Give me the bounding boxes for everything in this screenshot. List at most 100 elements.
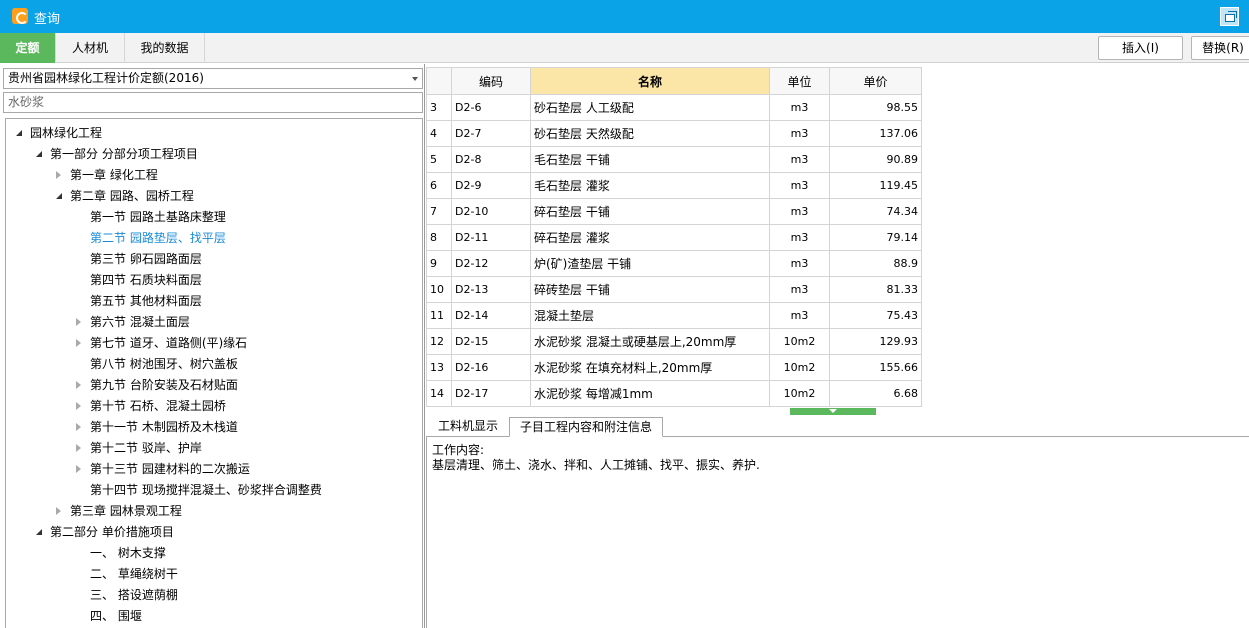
tab-material-display[interactable]: 工料机显示 <box>428 417 508 437</box>
tree-expanded-icon[interactable] <box>36 529 42 535</box>
cell-name: 混凝土垫层 <box>530 302 770 329</box>
work-content-title: 工作内容: <box>432 443 485 457</box>
cell-price: 119.45 <box>829 172 922 199</box>
cell-name: 水泥砂浆 每增减1mm <box>530 380 770 407</box>
tree-node-label: 第二部分 单价措施项目 <box>50 525 174 539</box>
tree-node-label: 一、 树木支撑 <box>90 546 166 560</box>
table-row[interactable]: 8 D2-11 碎石垫层 灌浆 m3 79.14 <box>426 224 922 251</box>
header-index <box>426 67 452 95</box>
work-content-panel: 工作内容: 基层清理、筛土、浇水、拌和、人工摊铺、找平、振实、养护. <box>426 437 1249 628</box>
cell-unit: m3 <box>769 224 830 251</box>
cell-price: 88.9 <box>829 250 922 277</box>
tree-collapsed-icon[interactable] <box>76 423 81 431</box>
cell-code: D2-16 <box>451 354 531 381</box>
tree-collapsed-icon[interactable] <box>76 444 81 452</box>
row-index: 5 <box>426 146 452 173</box>
cell-name: 碎石垫层 灌浆 <box>530 224 770 251</box>
table-row[interactable]: 11 D2-14 混凝土垫层 m3 75.43 <box>426 302 922 329</box>
header-code[interactable]: 编码 <box>451 67 531 95</box>
cell-unit: 10m2 <box>769 328 830 355</box>
table-row[interactable]: 14 D2-17 水泥砂浆 每增减1mm 10m2 6.68 <box>426 380 922 407</box>
cell-code: D2-6 <box>451 94 531 121</box>
row-index: 6 <box>426 172 452 199</box>
header-unit[interactable]: 单位 <box>769 67 830 95</box>
tree-collapsed-icon[interactable] <box>76 381 81 389</box>
cell-name: 水泥砂浆 混凝土或硬基层上,20mm厚 <box>530 328 770 355</box>
row-index: 10 <box>426 276 452 303</box>
quota-library-value: 贵州省园林绿化工程计价定额(2016) <box>8 71 204 85</box>
table-header-row: 编码 名称 单位 单价 <box>426 67 922 95</box>
tree-node-label: 三、 搭设遮荫棚 <box>90 588 178 602</box>
cell-name: 砂石垫层 人工级配 <box>530 94 770 121</box>
table-row[interactable]: 9 D2-12 炉(矿)渣垫层 干铺 m3 88.9 <box>426 250 922 277</box>
header-name[interactable]: 名称 <box>530 67 770 95</box>
cell-price: 98.55 <box>829 94 922 121</box>
tree-expanded-icon[interactable] <box>36 151 42 157</box>
header-price[interactable]: 单价 <box>829 67 922 95</box>
tree-node-label: 四、 围堰 <box>90 609 142 623</box>
row-index: 8 <box>426 224 452 251</box>
category-tree: 园林绿化工程 第一部分 分部分项工程项目 第一章 绿化工程 第二章 园路、园桥工程 第一… <box>5 118 423 628</box>
search-input[interactable]: 水砂浆 <box>3 92 423 113</box>
tree-collapsed-icon[interactable] <box>76 339 81 347</box>
cell-name: 水泥砂浆 在填充材料上,20mm厚 <box>530 354 770 381</box>
row-index: 7 <box>426 198 452 225</box>
quota-library-select[interactable]: 贵州省园林绿化工程计价定额(2016) <box>3 68 423 89</box>
restore-window-button[interactable] <box>1220 7 1239 26</box>
row-index: 14 <box>426 380 452 407</box>
row-index: 13 <box>426 354 452 381</box>
cell-code: D2-15 <box>451 328 531 355</box>
tree-node-label: 第十节 石桥、混凝土园桥 <box>90 399 226 413</box>
cell-unit: m3 <box>769 198 830 225</box>
table-row[interactable]: 5 D2-8 毛石垫层 干铺 m3 90.89 <box>426 146 922 173</box>
tree-node-label: 第十三节 园建材料的二次搬运 <box>90 462 250 476</box>
cell-price: 129.93 <box>829 328 922 355</box>
table-row[interactable]: 4 D2-7 砂石垫层 天然级配 m3 137.06 <box>426 120 922 147</box>
tree-expanded-icon[interactable] <box>16 130 22 136</box>
cell-price: 81.33 <box>829 276 922 303</box>
cell-price: 79.14 <box>829 224 922 251</box>
tree-collapsed-icon[interactable] <box>76 318 81 326</box>
tree-collapsed-icon[interactable] <box>76 402 81 410</box>
table-row[interactable]: 13 D2-16 水泥砂浆 在填充材料上,20mm厚 10m2 155.66 <box>426 354 922 381</box>
cell-unit: m3 <box>769 94 830 121</box>
cell-code: D2-7 <box>451 120 531 147</box>
table-row[interactable]: 10 D2-13 碎砖垫层 干铺 m3 81.33 <box>426 276 922 303</box>
cell-code: D2-14 <box>451 302 531 329</box>
cell-name: 炉(矿)渣垫层 干铺 <box>530 250 770 277</box>
tree-node-label: 第六节 混凝土面层 <box>90 315 190 329</box>
insert-button[interactable]: 插入(I) <box>1098 36 1183 60</box>
quota-table: 编码 名称 单位 单价 3 D2-6 砂石垫层 人工级配 m3 98.55 4 D2-7 砂石… <box>426 67 922 407</box>
tree-node-label: 第三章 园林景观工程 <box>70 504 182 518</box>
panel-splitter-handle[interactable] <box>790 408 876 415</box>
table-row[interactable]: 3 D2-6 砂石垫层 人工级配 m3 98.55 <box>426 94 922 121</box>
table-row[interactable]: 12 D2-15 水泥砂浆 混凝土或硬基层上,20mm厚 10m2 129.93 <box>426 328 922 355</box>
tree-node-label: 第十二节 驳岸、护岸 <box>90 441 202 455</box>
tab-work-content-notes[interactable]: 子目工程内容和附注信息 <box>509 417 664 437</box>
tree-node-label: 园林绿化工程 <box>30 126 103 140</box>
tree-node-label: 第四节 石质块料面层 <box>90 273 202 287</box>
tab-quota[interactable]: 定额 <box>0 33 56 63</box>
tree-node-label: 第十一节 木制园桥及木栈道 <box>90 420 238 434</box>
app-logo-icon <box>12 8 28 24</box>
cell-unit: m3 <box>769 120 830 147</box>
work-content-body: 基层清理、筛土、浇水、拌和、人工摊铺、找平、振实、养护. <box>432 458 760 472</box>
table-row[interactable]: 7 D2-10 碎石垫层 干铺 m3 74.34 <box>426 198 922 225</box>
tree-collapsed-icon[interactable] <box>56 171 61 179</box>
cell-unit: m3 <box>769 172 830 199</box>
window-title: 查询 <box>34 12 61 27</box>
replace-button[interactable]: 替换(R) <box>1191 36 1249 60</box>
tree-node-label: 第二章 园路、园桥工程 <box>70 189 194 203</box>
tab-my-data[interactable]: 我的数据 <box>125 33 205 63</box>
tree-node-label: 第十四节 现场搅拌混凝土、砂浆拌合调整费 <box>90 483 322 497</box>
tree-collapsed-icon[interactable] <box>56 507 61 515</box>
cell-price: 74.34 <box>829 198 922 225</box>
tree-expanded-icon[interactable] <box>56 193 62 199</box>
cell-price: 155.66 <box>829 354 922 381</box>
tree-collapsed-icon[interactable] <box>76 465 81 473</box>
chevron-down-icon[interactable] <box>412 77 418 81</box>
table-row[interactable]: 6 D2-9 毛石垫层 灌浆 m3 119.45 <box>426 172 922 199</box>
cell-unit: m3 <box>769 302 830 329</box>
tree-node-label: 第一部分 分部分项工程项目 <box>50 147 198 161</box>
tab-labor-material-machine[interactable]: 人材机 <box>56 33 125 63</box>
